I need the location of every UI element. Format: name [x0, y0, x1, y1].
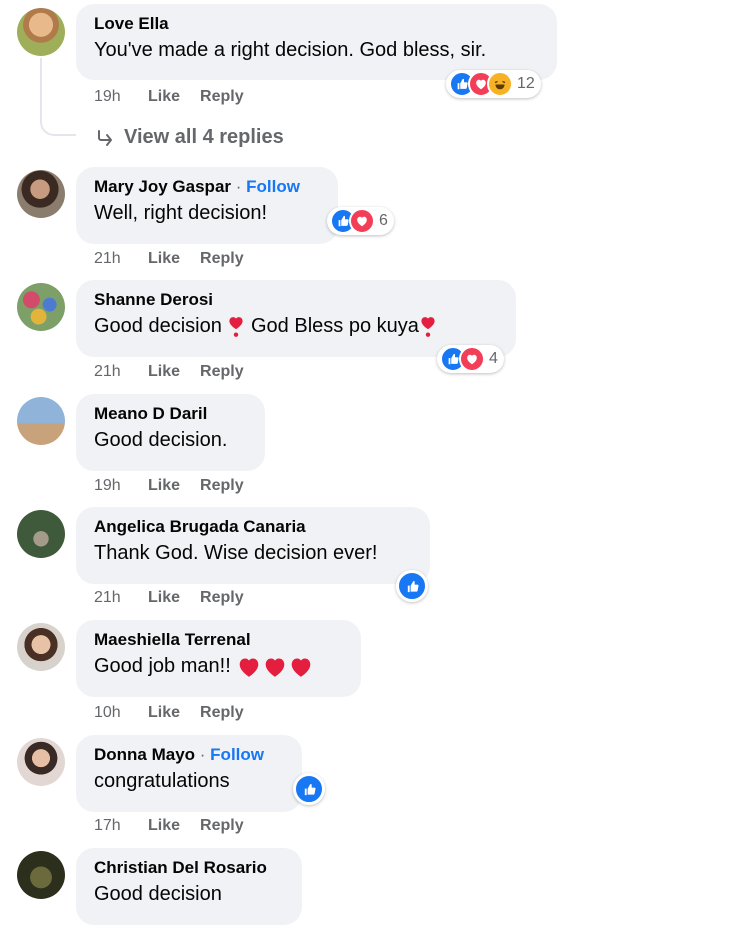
- reaction-summary[interactable]: 4: [437, 345, 504, 373]
- comment-actions: 21h Like Reply: [94, 249, 264, 269]
- comment-time[interactable]: 21h: [94, 249, 148, 269]
- comment-author[interactable]: Donna Mayo: [94, 745, 195, 764]
- reply-button[interactable]: Reply: [200, 249, 244, 269]
- separator-dot: ·: [231, 177, 247, 196]
- comment-actions: 17h Like Reply: [94, 816, 264, 836]
- separator-dot: ·: [195, 745, 211, 764]
- comment-bubble: Christian Del Rosario Good decision: [76, 848, 302, 925]
- reply-button[interactable]: Reply: [200, 362, 244, 382]
- like-button[interactable]: Like: [148, 816, 180, 836]
- haha-icon: [487, 71, 513, 97]
- comment-bubble: Donna Mayo · Follow congratulations: [76, 735, 302, 812]
- comment-author[interactable]: Angelica Brugada Canaria: [94, 516, 414, 538]
- reaction-summary[interactable]: 12: [446, 70, 541, 98]
- comment-text-continued: God Bless po kuya: [251, 315, 419, 337]
- comment-text: Well, right decision!: [94, 202, 268, 224]
- comment-text: Thank God. Wise decision ever!: [94, 542, 378, 564]
- comment-actions: 19h Like Reply: [94, 476, 264, 496]
- comment-author[interactable]: Shanne Derosi: [94, 289, 500, 311]
- heart-emoji: [262, 655, 288, 679]
- comment-actions: 10h Like Reply: [94, 703, 264, 723]
- like-reaction-icon[interactable]: [396, 570, 428, 602]
- like-button[interactable]: Like: [148, 703, 180, 723]
- comment-bubble: Angelica Brugada Canaria Thank God. Wise…: [76, 507, 430, 584]
- avatar[interactable]: [17, 397, 65, 445]
- comment-author[interactable]: Maeshiella Terrenal: [94, 629, 345, 651]
- reply-button[interactable]: Reply: [200, 476, 244, 496]
- thread-connector: [40, 58, 76, 136]
- like-reaction-icon[interactable]: [293, 773, 325, 805]
- comment-author[interactable]: Love Ella: [94, 13, 541, 35]
- comment-actions: 21h Like Reply: [94, 362, 264, 382]
- like-button[interactable]: Like: [148, 476, 180, 496]
- comment-author[interactable]: Mary Joy Gaspar: [94, 177, 231, 196]
- reply-button[interactable]: Reply: [200, 816, 244, 836]
- comment-bubble: Meano D Daril Good decision.: [76, 394, 265, 471]
- like-button[interactable]: Like: [148, 249, 180, 269]
- comment-bubble: Mary Joy Gaspar · Follow Well, right dec…: [76, 167, 338, 244]
- reply-button[interactable]: Reply: [200, 588, 244, 608]
- view-replies-link[interactable]: View all 4 replies: [96, 123, 284, 151]
- reaction-summary[interactable]: 6: [327, 207, 394, 235]
- avatar[interactable]: [17, 8, 65, 56]
- comment-text: Good decision: [94, 883, 222, 905]
- comment-time[interactable]: 19h: [94, 87, 148, 107]
- comment-time[interactable]: 10h: [94, 703, 148, 723]
- comment-actions: 19h Like Reply: [94, 87, 264, 107]
- reply-button[interactable]: Reply: [200, 703, 244, 723]
- avatar[interactable]: [17, 283, 65, 331]
- comment-time[interactable]: 21h: [94, 588, 148, 608]
- comment-text: congratulations: [94, 770, 230, 792]
- avatar[interactable]: [17, 623, 65, 671]
- comment-author[interactable]: Meano D Daril: [94, 403, 249, 425]
- heart-exclamation-emoji: [419, 316, 437, 338]
- reply-arrow-icon: [98, 129, 112, 146]
- comment-author[interactable]: Christian Del Rosario: [94, 857, 286, 879]
- follow-button[interactable]: Follow: [246, 177, 300, 196]
- comment-text: Good decision.: [94, 429, 228, 451]
- like-button[interactable]: Like: [148, 588, 180, 608]
- heart-emoji: [288, 655, 314, 679]
- heart-exclamation-emoji: [227, 316, 245, 338]
- avatar[interactable]: [17, 510, 65, 558]
- comment-text: Good decision: [94, 315, 222, 337]
- comment-time[interactable]: 17h: [94, 816, 148, 836]
- reaction-count: 4: [489, 350, 498, 367]
- avatar[interactable]: [17, 738, 65, 786]
- love-icon: [349, 208, 375, 234]
- comment-author-line: Mary Joy Gaspar · Follow: [94, 176, 322, 198]
- comment-actions: 21h Like Reply: [94, 588, 264, 608]
- avatar[interactable]: [17, 170, 65, 218]
- love-icon: [459, 346, 485, 372]
- comment-text: You've made a right decision. God bless,…: [94, 39, 487, 61]
- comment-bubble: Love Ella You've made a right decision. …: [76, 4, 557, 80]
- comment-bubble: Maeshiella Terrenal Good job man!!: [76, 620, 361, 697]
- comment-time[interactable]: 21h: [94, 362, 148, 382]
- comment-text-line: Good decision God Bless po kuya: [94, 311, 500, 341]
- comment-text: Good job man!!: [94, 655, 231, 677]
- reaction-count: 6: [379, 212, 388, 229]
- like-button[interactable]: Like: [148, 87, 180, 107]
- heart-emoji: [236, 655, 262, 679]
- like-button[interactable]: Like: [148, 362, 180, 382]
- reaction-count: 12: [517, 75, 535, 92]
- comment-text-line: Good job man!!: [94, 651, 345, 681]
- comment-time[interactable]: 19h: [94, 476, 148, 496]
- follow-button[interactable]: Follow: [210, 745, 264, 764]
- comment-author-line: Donna Mayo · Follow: [94, 744, 286, 766]
- avatar[interactable]: [17, 851, 65, 899]
- reply-button[interactable]: Reply: [200, 87, 244, 107]
- view-replies-label: View all 4 replies: [124, 126, 284, 148]
